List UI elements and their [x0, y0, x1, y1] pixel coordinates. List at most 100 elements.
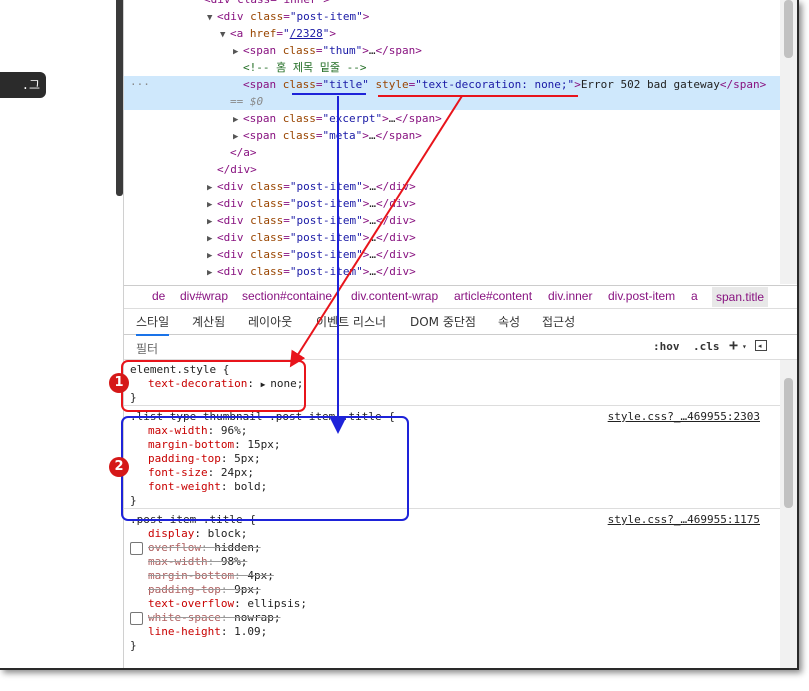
breadcrumb-item[interactable]: de: [152, 289, 165, 303]
css-declaration[interactable]: margin-bottom: 4px;: [148, 569, 274, 583]
css-declaration[interactable]: display: block;: [148, 527, 247, 541]
breadcrumb-item[interactable]: section#containe: [242, 289, 332, 303]
css-property-name[interactable]: margin-bottom: [148, 569, 234, 582]
css-source-link[interactable]: style.css?_…469955:2303: [608, 410, 760, 423]
dom-node-row[interactable]: ▶ <span class="excerpt">…</span>: [124, 110, 780, 127]
tab-6[interactable]: 접근성: [542, 313, 575, 330]
css-source-link[interactable]: style.css?_…469955:1175: [608, 513, 760, 526]
css-declaration[interactable]: line-height: 1.09;: [148, 625, 267, 639]
css-property-name[interactable]: overflow: [148, 541, 201, 554]
dom-token-val: "post-item": [289, 248, 363, 261]
css-property-name[interactable]: text-overflow: [148, 597, 234, 610]
css-property-value[interactable]: 98%;: [221, 555, 248, 568]
css-rule-close-brace: }: [130, 639, 137, 652]
dom-token-link[interactable]: /2328: [290, 27, 323, 40]
dom-token-txt: …: [369, 197, 376, 210]
breadcrumb-item[interactable]: div.content-wrap: [351, 289, 438, 303]
filter-input[interactable]: 필터: [136, 340, 158, 357]
elements-scrollbar[interactable]: [780, 0, 797, 284]
css-property-value[interactable]: block;: [208, 527, 248, 540]
css-declaration[interactable]: overflow: hidden;: [148, 541, 261, 555]
declaration-checkbox[interactable]: [130, 542, 143, 555]
css-property-name[interactable]: padding-top: [148, 583, 221, 596]
dom-token-tag: >: [329, 27, 336, 40]
dom-token-tag: <span: [243, 44, 283, 57]
css-property-value[interactable]: 1.09;: [234, 625, 267, 638]
elements-tree: <div class= inner > ▼<div class="post-ite…: [124, 0, 780, 284]
page-scrollbar[interactable]: [116, 0, 123, 196]
dom-node-row[interactable]: <div class= inner >: [124, 0, 780, 8]
dom-node-row[interactable]: </div>: [124, 161, 780, 178]
node-menu-icon[interactable]: ···: [130, 76, 150, 93]
css-declaration[interactable]: text-overflow: ellipsis;: [148, 597, 307, 611]
css-property-value[interactable]: hidden;: [214, 541, 260, 554]
dom-token-val: "thum": [322, 44, 363, 57]
hov-button[interactable]: :hov: [653, 340, 680, 353]
breadcrumb-item[interactable]: span.title: [712, 287, 769, 307]
css-property-name[interactable]: line-height: [148, 625, 221, 638]
css-property-value[interactable]: ellipsis;: [247, 597, 307, 610]
css-property-name[interactable]: white-space: [148, 611, 221, 624]
add-rule-dropdown-icon[interactable]: ▾: [742, 342, 747, 351]
dom-token-val: "post-item": [289, 231, 363, 244]
css-property-name[interactable]: max-width: [148, 555, 208, 568]
dom-node-row[interactable]: ▶ <div class="post-item">…</div>: [124, 229, 780, 246]
dom-token-tag: =: [315, 129, 323, 142]
css-declaration[interactable]: white-space: nowrap;: [148, 611, 280, 625]
dom-node-row[interactable]: ▶ <div class="post-item">…</div>: [124, 178, 780, 195]
css-declaration[interactable]: max-width: 98%;: [148, 555, 247, 569]
dom-node-row[interactable]: ▼ <a href="/2328">: [124, 25, 780, 42]
declaration-checkbox[interactable]: [130, 612, 143, 625]
breadcrumb-item[interactable]: div.post-item: [608, 289, 675, 303]
dom-token-tag: <span: [243, 129, 283, 142]
cls-button[interactable]: .cls: [693, 340, 720, 353]
dom-token-val: "post-item": [289, 197, 363, 210]
css-property-value[interactable]: 9px;: [234, 583, 261, 596]
dom-fragment: <div class= inner >: [204, 0, 330, 6]
dom-node-row[interactable]: ▶ <span class="meta">…</span>: [124, 127, 780, 144]
devtools-panel: <div class= inner > ▼<div class="post-ite…: [124, 0, 797, 668]
tab-5[interactable]: 속성: [498, 313, 520, 330]
element-style-highlight-box: [121, 360, 306, 412]
styles-scrollbar[interactable]: [780, 360, 797, 668]
tab-0[interactable]: 스타일: [136, 313, 170, 336]
dom-node-row[interactable]: ▶ <div class="post-item">…</div>: [124, 246, 780, 263]
expand-triangle-icon[interactable]: ▶: [207, 265, 217, 282]
dom-token-tag: <span: [243, 112, 283, 125]
dom-node-row[interactable]: ▼ <div class="post-item">: [124, 8, 780, 25]
dom-node-row[interactable]: ▶ <div class="post-item">…</div>: [124, 212, 780, 229]
tab-1[interactable]: 계산됨: [192, 313, 225, 330]
tab-4[interactable]: DOM 중단점: [410, 313, 476, 330]
dom-node-row[interactable]: </a>: [124, 144, 780, 161]
dom-token-txt: …: [368, 44, 376, 57]
toggle-sidebar-icon[interactable]: ◂: [755, 340, 767, 351]
dom-token-tag: <div: [217, 248, 251, 261]
styles-filter-bar: 필터 :hov .cls + ▾ ◂: [124, 335, 797, 360]
dom-token-tag: =: [315, 112, 323, 125]
breadcrumb-item[interactable]: article#content: [454, 289, 532, 303]
dom-token-dim: == $0: [230, 95, 264, 108]
dom-token-txt: …: [368, 129, 376, 142]
css-property-name[interactable]: display: [148, 527, 194, 540]
css-property-value[interactable]: 4px;: [247, 569, 274, 582]
dom-node-row[interactable]: ▶ <div class="post-item">…</div>: [124, 195, 780, 212]
dom-token-tag: =: [283, 214, 290, 227]
annotation-badge-1: 1: [109, 373, 129, 393]
styles-scroll-thumb[interactable]: [784, 378, 793, 508]
tab-2[interactable]: 레이아웃: [248, 313, 292, 330]
elements-scroll-thumb[interactable]: [784, 0, 793, 58]
breadcrumb-item[interactable]: div.inner: [548, 289, 592, 303]
dom-token-txt: Error 502 bad gateway: [580, 78, 720, 91]
css-declaration[interactable]: padding-top: 9px;: [148, 583, 261, 597]
dom-node-row[interactable]: ▶ <div class="post-item">…</div>: [124, 263, 780, 280]
breadcrumb-item[interactable]: a: [691, 289, 698, 303]
add-rule-button[interactable]: +: [729, 336, 738, 354]
dom-token-tag: </span>: [375, 129, 422, 142]
tab-3[interactable]: 이벤트 리스너: [316, 313, 386, 330]
dom-token-val: "post-item": [289, 265, 363, 278]
dom-node-row[interactable]: ▶ <span class="thum">…</span>: [124, 42, 780, 59]
css-property-value[interactable]: nowrap;: [234, 611, 280, 624]
dom-node-row[interactable]: <!-- 홈 제목 밑줄 -->: [124, 59, 780, 76]
breadcrumb-item[interactable]: div#wrap: [180, 289, 228, 303]
page-menu-chip[interactable]: .그: [0, 72, 46, 98]
